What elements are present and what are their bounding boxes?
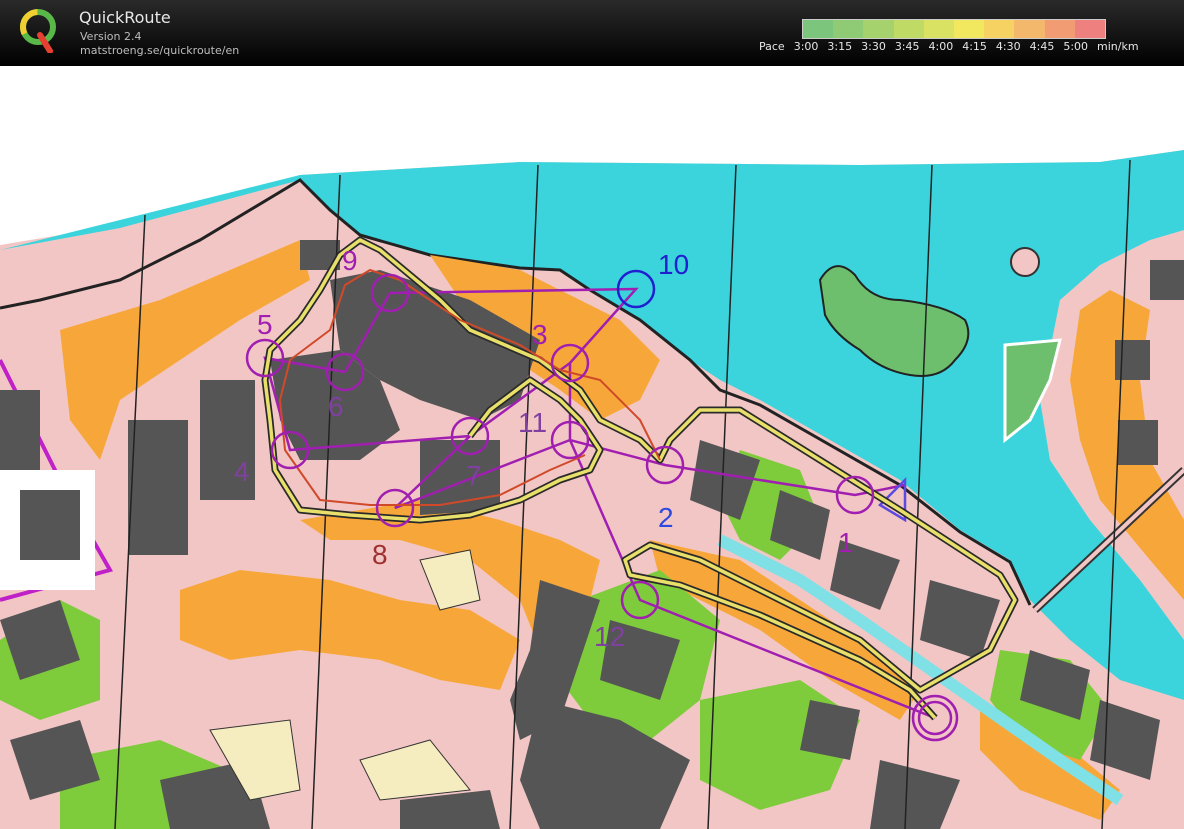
pace-swatch xyxy=(954,20,985,38)
pace-swatch xyxy=(1074,20,1106,38)
control-number: 9 xyxy=(342,245,358,276)
building xyxy=(0,390,40,470)
island-building xyxy=(1150,260,1184,300)
pace-swatch xyxy=(923,20,955,38)
pace-tick: 3:45 xyxy=(894,40,920,53)
island-building xyxy=(1118,420,1158,465)
pace-tick: 4:15 xyxy=(962,40,987,53)
island-building xyxy=(1115,340,1150,380)
pace-color-scale xyxy=(802,19,1106,39)
control-number: 2 xyxy=(658,502,674,533)
pace-tick: 4:45 xyxy=(1029,40,1055,53)
pace-swatch xyxy=(863,20,894,38)
pace-tick: 4:00 xyxy=(928,40,954,53)
pace-swatch xyxy=(833,20,864,38)
building xyxy=(128,420,188,555)
app-header: QuickRoute Version 2.4 matstroeng.se/qui… xyxy=(0,0,1184,66)
pace-swatch xyxy=(1044,20,1075,38)
pace-swatch xyxy=(984,20,1015,38)
pace-tick: 3:30 xyxy=(861,40,886,53)
pace-swatch xyxy=(803,20,834,38)
control-number: 5 xyxy=(257,309,273,340)
app-url[interactable]: matstroeng.se/quickroute/en xyxy=(80,44,239,57)
control-number: 12 xyxy=(594,621,625,652)
pace-swatch xyxy=(893,20,924,38)
pace-tick: 3:00 xyxy=(793,40,819,53)
app-version: Version 2.4 xyxy=(80,30,142,43)
pace-tick: 3:15 xyxy=(827,40,853,53)
pace-tick: 4:30 xyxy=(995,40,1021,53)
quickroute-logo-icon xyxy=(20,9,56,53)
control-number: 4 xyxy=(234,456,250,487)
control-number: 8 xyxy=(372,539,388,570)
pace-swatch xyxy=(1014,20,1045,38)
control-number: 1 xyxy=(838,527,854,558)
orienteering-map[interactable]: 1 2 3 4 5 6 7 8 9 10 11 12 xyxy=(0,66,1184,829)
app-title: QuickRoute xyxy=(79,8,171,27)
pace-label: Pace xyxy=(759,40,785,53)
buoy-icon xyxy=(1010,247,1040,277)
pace-tick: 5:00 xyxy=(1063,40,1089,53)
pace-labels: Pace 3:00 3:15 3:30 3:45 4:00 4:15 4:30 4:45 5:00… xyxy=(759,40,1148,53)
control-number: 10 xyxy=(658,249,689,280)
control-number: 7 xyxy=(466,460,482,491)
building xyxy=(800,700,860,760)
pace-unit: min/km xyxy=(1097,40,1139,53)
control-number: 11 xyxy=(518,407,547,438)
control-number: 3 xyxy=(532,319,548,350)
building xyxy=(20,490,80,560)
control-number: 6 xyxy=(328,391,344,422)
